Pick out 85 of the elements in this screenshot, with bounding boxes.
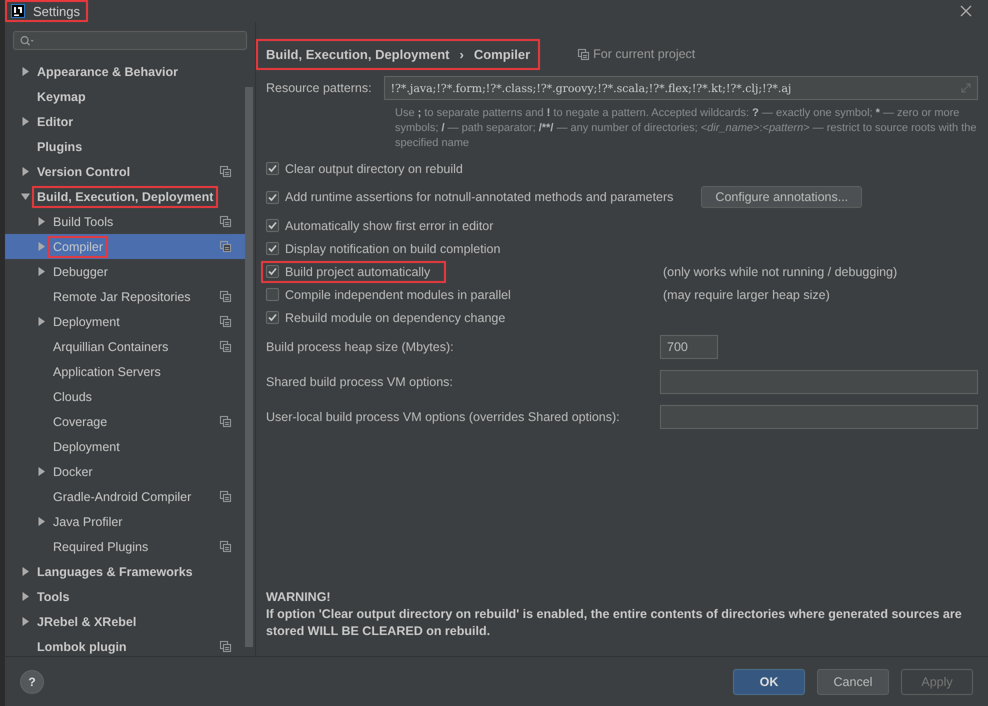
checkbox-label: Rebuild module on dependency change: [285, 310, 506, 324]
checkbox-label: Automatically show first error in editor: [285, 218, 494, 232]
collapsed-arrow-icon[interactable]: [37, 467, 46, 476]
project-scope-icon: [220, 416, 231, 427]
collapsed-arrow-icon[interactable]: [21, 167, 30, 176]
project-scope-icon: [220, 241, 231, 252]
checkbox[interactable]: [266, 219, 279, 232]
tree-item[interactable]: Languages & Frameworks: [5, 559, 245, 584]
checkbox-label: Build project automatically: [285, 264, 430, 278]
project-scope-icon: [220, 641, 231, 652]
tree-item[interactable]: Deployment: [5, 309, 245, 334]
breadcrumb: Build, Execution, Deployment › Compiler: [258, 40, 538, 68]
close-icon[interactable]: [958, 3, 974, 19]
checkbox-label: Compile independent modules in parallel: [285, 288, 511, 302]
tree-item[interactable]: Build, Execution, Deployment: [5, 184, 245, 209]
option-note: (only works while not running / debugging): [663, 264, 898, 278]
expanded-arrow-icon[interactable]: [21, 192, 30, 201]
help-button[interactable]: ?: [20, 670, 44, 694]
scrollbar[interactable]: [245, 87, 253, 647]
project-scope-icon: [220, 316, 231, 327]
collapsed-arrow-icon[interactable]: [21, 117, 30, 126]
collapsed-arrow-icon[interactable]: [37, 517, 46, 526]
field-label: Resource patterns:: [266, 81, 372, 95]
checkbox[interactable]: [266, 242, 279, 255]
checkbox-label: Display notification on build completion: [285, 242, 500, 256]
tree-item[interactable]: Keymap: [5, 84, 245, 109]
tree-item[interactable]: Build Tools: [5, 209, 245, 234]
dialog-button[interactable]: OK: [733, 668, 805, 694]
tree-item[interactable]: Plugins: [5, 134, 245, 159]
field-label: Build process heap size (Mbytes):: [266, 340, 454, 354]
checkbox[interactable]: [266, 265, 279, 278]
project-scope-icon: [220, 166, 231, 177]
scope-label: For current project: [593, 47, 696, 61]
collapsed-arrow-icon[interactable]: [37, 317, 46, 326]
project-scope-icon: [220, 541, 231, 552]
tree-item[interactable]: Lombok plugin: [5, 634, 245, 659]
configure-annotations-button[interactable]: Configure annotations...: [701, 186, 862, 208]
collapsed-arrow-icon[interactable]: [37, 267, 46, 276]
tree-item[interactable]: Application Servers: [5, 359, 245, 384]
tree-item[interactable]: Deployment: [5, 434, 245, 459]
checkbox[interactable]: [266, 311, 279, 324]
text-field[interactable]: [660, 370, 978, 394]
tree-item[interactable]: Version Control: [5, 159, 245, 184]
project-scope-icon: [578, 48, 590, 60]
checkbox-label: Clear output directory on rebuild: [285, 162, 463, 176]
checkbox[interactable]: [266, 190, 279, 204]
tree-item[interactable]: Arquillian Containers: [5, 334, 245, 359]
project-scope-icon: [220, 341, 231, 352]
collapsed-arrow-icon[interactable]: [21, 592, 30, 601]
tree-item[interactable]: Remote Jar Repositories: [5, 284, 245, 309]
tree-item[interactable]: Required Plugins: [5, 534, 245, 559]
tree-item[interactable]: Appearance & Behavior: [5, 59, 245, 84]
window-title: Settings: [33, 4, 80, 18]
search-field[interactable]: [13, 31, 247, 50]
field-label: Shared build process VM options:: [266, 375, 453, 389]
tree-item[interactable]: Docker: [5, 459, 245, 484]
warning-title: WARNING!: [266, 589, 332, 606]
project-scope-icon: [220, 216, 231, 227]
text-field[interactable]: [660, 405, 978, 429]
checkbox-label: Add runtime assertions for notnull-annotated methods and parameters: [285, 190, 674, 204]
hint-text: Use ; to separate patterns and ! to negate a pattern. Accepted wildcards: ? — exactly one symbol; * — zero or more symbols; / — path separator; /**/ — any number of directories; <dir_name>:<pattern> — restrict to source roots with the specified name: [395, 106, 978, 151]
tree-item[interactable]: Debugger: [5, 259, 245, 284]
collapsed-arrow-icon[interactable]: [21, 567, 30, 576]
option-note: (may require larger heap size): [663, 288, 830, 302]
project-scope-icon: [220, 491, 231, 502]
tree-item[interactable]: Clouds: [5, 384, 245, 409]
dialog-button[interactable]: Cancel: [817, 668, 889, 694]
tree-item[interactable]: Java Profiler: [5, 509, 245, 534]
tree-item[interactable]: Editor: [5, 109, 245, 134]
collapsed-arrow-icon[interactable]: [21, 617, 30, 626]
collapsed-arrow-icon[interactable]: [21, 67, 30, 76]
warning-text: If option 'Clear output directory on rebuild' is enabled, the entire contents of directories where generated sources are stored WILL BE CLEARED on rebuild.: [266, 606, 963, 640]
tree-item[interactable]: Gradle-Android Compiler: [5, 484, 245, 509]
resource-patterns-field[interactable]: !?*.java;!?*.form;!?*.class;!?*.groovy;!?*.scala;!?*.flex;!?*.kt;!?*.clj;!?*.aj: [384, 76, 978, 100]
tree-item[interactable]: JRebel & XRebel: [5, 609, 245, 634]
text-field[interactable]: 700: [660, 335, 718, 359]
search-icon: [20, 34, 35, 46]
checkbox[interactable]: [266, 162, 279, 175]
checkbox[interactable]: [266, 288, 279, 301]
tree-item[interactable]: Tools: [5, 584, 245, 609]
collapsed-arrow-icon[interactable]: [37, 217, 46, 226]
field-label: User-local build process VM options (overrides Shared options):: [266, 410, 620, 424]
project-scope-icon: [220, 291, 231, 302]
tree-item[interactable]: Coverage: [5, 409, 245, 434]
app-logo-icon: [11, 4, 25, 18]
